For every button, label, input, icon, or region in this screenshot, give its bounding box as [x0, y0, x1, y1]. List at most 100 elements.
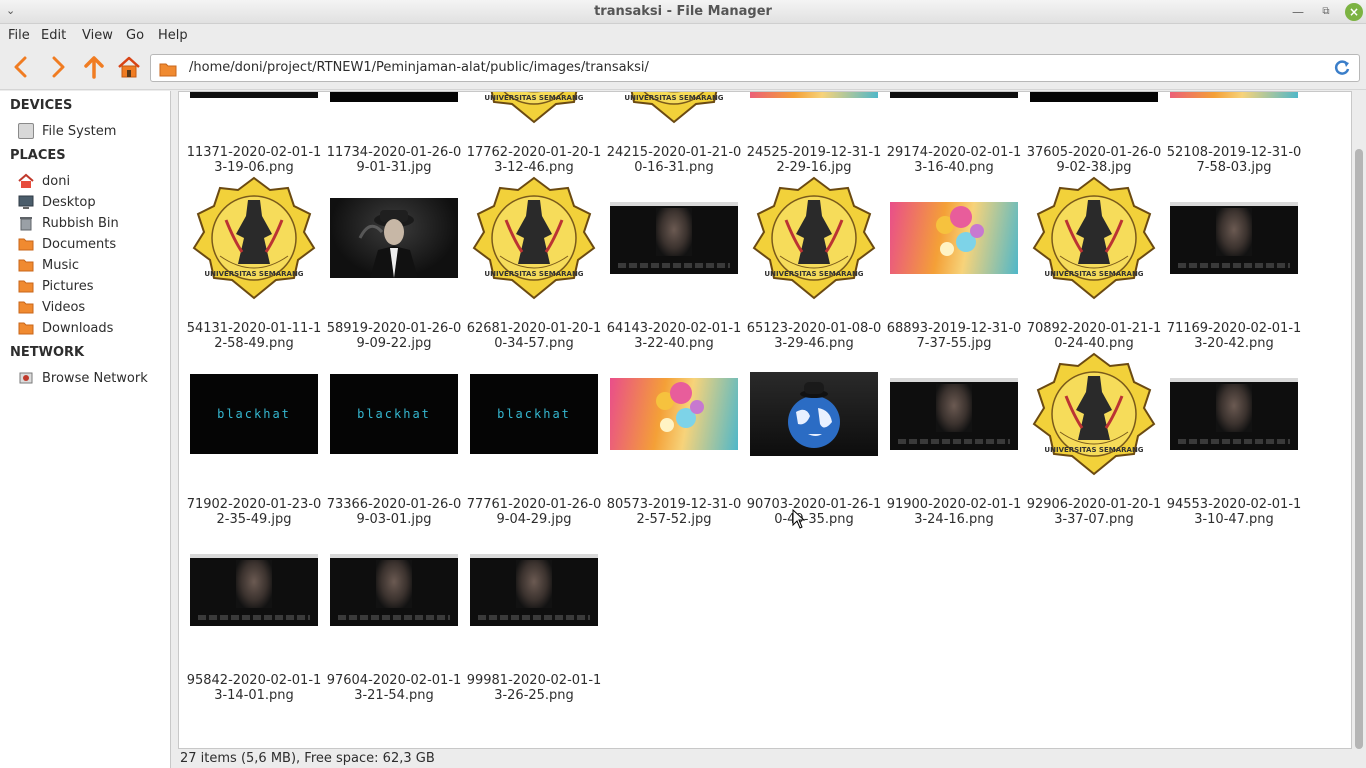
folder-icon — [18, 278, 34, 294]
file-icon-view[interactable]: 11371-2020-02-01-13-19-06.png blackhat 117… — [178, 91, 1352, 749]
location-path[interactable]: /home/doni/project/RTNEW1/Peminjaman-ala… — [189, 60, 649, 75]
home-button[interactable] — [114, 52, 144, 82]
file-item[interactable]: UNIVERSITAS SEMARANG 70892-2020-01-21-10-… — [1024, 176, 1164, 352]
file-item[interactable]: 90703-2020-01-26-10-49-35.png — [744, 352, 884, 528]
file-thumbnail: blackhat — [1030, 92, 1158, 102]
status-bar: 27 items (5,6 MB), Free space: 62,3 GB — [171, 749, 1366, 768]
file-thumbnail — [610, 378, 738, 450]
file-name: 92906-2020-01-20-13-37-07.png — [1026, 497, 1162, 527]
menu-edit[interactable]: Edit — [41, 28, 66, 43]
file-item[interactable]: 52108-2019-12-31-07-58-03.jpg — [1164, 92, 1304, 176]
close-button[interactable]: × — [1345, 3, 1363, 21]
sidebar-item-doni[interactable]: doni — [18, 171, 70, 191]
file-name: 62681-2020-01-20-10-34-57.png — [466, 321, 602, 351]
menu-bar: File Edit View Go Help — [0, 24, 1366, 46]
sidebar-item-videos[interactable]: Videos — [18, 297, 85, 317]
forward-button[interactable] — [43, 52, 73, 82]
svg-text:UNIVERSITAS SEMARANG: UNIVERSITAS SEMARANG — [624, 94, 723, 102]
file-item[interactable]: UNIVERSITAS SEMARANG 92906-2020-01-20-13-… — [1024, 352, 1164, 528]
file-thumbnail: UNIVERSITAS SEMARANG — [470, 176, 598, 300]
file-item[interactable]: 94553-2020-02-01-13-10-47.png — [1164, 352, 1304, 528]
file-thumbnail — [330, 198, 458, 278]
file-item[interactable]: UNIVERSITAS SEMARANG 24215-2020-01-21-00-… — [604, 92, 744, 176]
scrollbar-thumb[interactable] — [1355, 149, 1363, 749]
vertical-scrollbar[interactable] — [1352, 91, 1366, 749]
file-item[interactable]: 99981-2020-02-01-13-26-25.png — [464, 528, 604, 704]
file-thumbnail: blackhat — [190, 374, 318, 454]
file-name: 37605-2020-01-26-09-02-38.jpg — [1026, 145, 1162, 175]
file-thumbnail — [470, 554, 598, 626]
file-name: 11734-2020-01-26-09-01-31.jpg — [326, 145, 462, 175]
file-item[interactable]: 58919-2020-01-26-09-09-22.jpg — [324, 176, 464, 352]
menu-help[interactable]: Help — [158, 28, 188, 43]
file-thumbnail — [750, 372, 878, 456]
sidebar-item-browse-network[interactable]: Browse Network — [18, 368, 148, 388]
menu-go[interactable]: Go — [126, 28, 144, 43]
file-name: 65123-2020-01-08-03-29-46.png — [746, 321, 882, 351]
file-thumbnail — [890, 202, 1018, 274]
back-button[interactable] — [6, 52, 36, 82]
file-thumbnail: blackhat — [470, 374, 598, 454]
menu-view[interactable]: View — [82, 28, 113, 43]
file-thumbnail: UNIVERSITAS SEMARANG — [470, 92, 598, 124]
file-item[interactable]: 95842-2020-02-01-13-14-01.png — [184, 528, 324, 704]
location-bar[interactable]: /home/doni/project/RTNEW1/Peminjaman-ala… — [150, 54, 1360, 82]
up-button[interactable] — [79, 52, 109, 82]
window-title: transaksi - File Manager — [594, 4, 772, 19]
file-item[interactable]: 24525-2019-12-31-12-29-16.jpg — [744, 92, 884, 176]
svg-text:UNIVERSITAS SEMARANG: UNIVERSITAS SEMARANG — [484, 270, 583, 278]
file-thumbnail: UNIVERSITAS SEMARANG — [1030, 176, 1158, 300]
sidebar-item-desktop[interactable]: Desktop — [18, 192, 96, 212]
file-item[interactable]: UNIVERSITAS SEMARANG 62681-2020-01-20-10-… — [464, 176, 604, 352]
folder-icon — [18, 236, 34, 252]
file-item[interactable]: UNIVERSITAS SEMARANG 17762-2020-01-20-13-… — [464, 92, 604, 176]
file-thumbnail: UNIVERSITAS SEMARANG — [190, 176, 318, 300]
file-item[interactable]: UNIVERSITAS SEMARANG 65123-2020-01-08-03-… — [744, 176, 884, 352]
file-item[interactable]: 64143-2020-02-01-13-22-40.png — [604, 176, 744, 352]
maximize-button[interactable]: ⧉ — [1317, 3, 1335, 21]
file-thumbnail: blackhat — [330, 92, 458, 102]
reload-icon[interactable] — [1333, 59, 1351, 77]
file-item[interactable]: 11371-2020-02-01-13-19-06.png — [184, 92, 324, 176]
file-thumbnail — [1170, 92, 1298, 98]
file-item[interactable]: 29174-2020-02-01-13-16-40.png — [884, 92, 1024, 176]
sidebar-item-documents[interactable]: Documents — [18, 234, 116, 254]
file-name: 71169-2020-02-01-13-20-42.png — [1166, 321, 1302, 351]
file-item[interactable]: blackhat 77761-2020-01-26-09-04-29.jpg — [464, 352, 604, 528]
file-name: 68893-2019-12-31-07-37-55.jpg — [886, 321, 1022, 351]
desktop-icon — [18, 194, 34, 210]
file-item[interactable]: 68893-2019-12-31-07-37-55.jpg — [884, 176, 1024, 352]
file-thumbnail: UNIVERSITAS SEMARANG — [750, 176, 878, 300]
file-item[interactable]: 97604-2020-02-01-13-21-54.png — [324, 528, 464, 704]
arrow-right-icon — [52, 56, 65, 78]
file-name: 17762-2020-01-20-13-12-46.png — [466, 145, 602, 175]
arrow-left-icon — [14, 56, 27, 78]
file-name: 91900-2020-02-01-13-24-16.png — [886, 497, 1022, 527]
sidebar-item-pictures[interactable]: Pictures — [18, 276, 93, 296]
home-icon — [118, 56, 140, 78]
sidebar-header-network: NETWORK — [10, 345, 85, 360]
file-item[interactable]: 91900-2020-02-01-13-24-16.png — [884, 352, 1024, 528]
file-item[interactable]: 71169-2020-02-01-13-20-42.png — [1164, 176, 1304, 352]
file-item[interactable]: blackhat 73366-2020-01-26-09-03-01.jpg — [324, 352, 464, 528]
sidebar-item-music[interactable]: Music — [18, 255, 79, 275]
file-item[interactable]: blackhat 11734-2020-01-26-09-01-31.jpg — [324, 92, 464, 176]
menu-file[interactable]: File — [8, 28, 30, 43]
sidebar-item-rubbish-bin[interactable]: Rubbish Bin — [18, 213, 119, 233]
file-item[interactable]: UNIVERSITAS SEMARANG 54131-2020-01-11-12-… — [184, 176, 324, 352]
file-thumbnail: blackhat — [330, 374, 458, 454]
file-item[interactable]: 80573-2019-12-31-02-57-52.jpg — [604, 352, 744, 528]
sidebar-item-file-system[interactable]: File System — [18, 121, 116, 141]
file-name: 58919-2020-01-26-09-09-22.jpg — [326, 321, 462, 351]
file-name: 73366-2020-01-26-09-03-01.jpg — [326, 497, 462, 527]
file-name: 24215-2020-01-21-00-16-31.png — [606, 145, 742, 175]
file-item[interactable]: blackhat 37605-2020-01-26-09-02-38.jpg — [1024, 92, 1164, 176]
title-bar: ⌄ transaksi - File Manager — ⧉ × — [0, 0, 1366, 24]
file-thumbnail — [1170, 202, 1298, 274]
sidebar: DEVICES File System PLACES doni Desktop … — [0, 91, 171, 768]
file-item[interactable]: blackhat 71902-2020-01-23-02-35-49.jpg — [184, 352, 324, 528]
sidebar-item-downloads[interactable]: Downloads — [18, 318, 113, 338]
file-thumbnail — [750, 92, 878, 98]
file-thumbnail — [330, 554, 458, 626]
minimize-button[interactable]: — — [1289, 3, 1307, 21]
